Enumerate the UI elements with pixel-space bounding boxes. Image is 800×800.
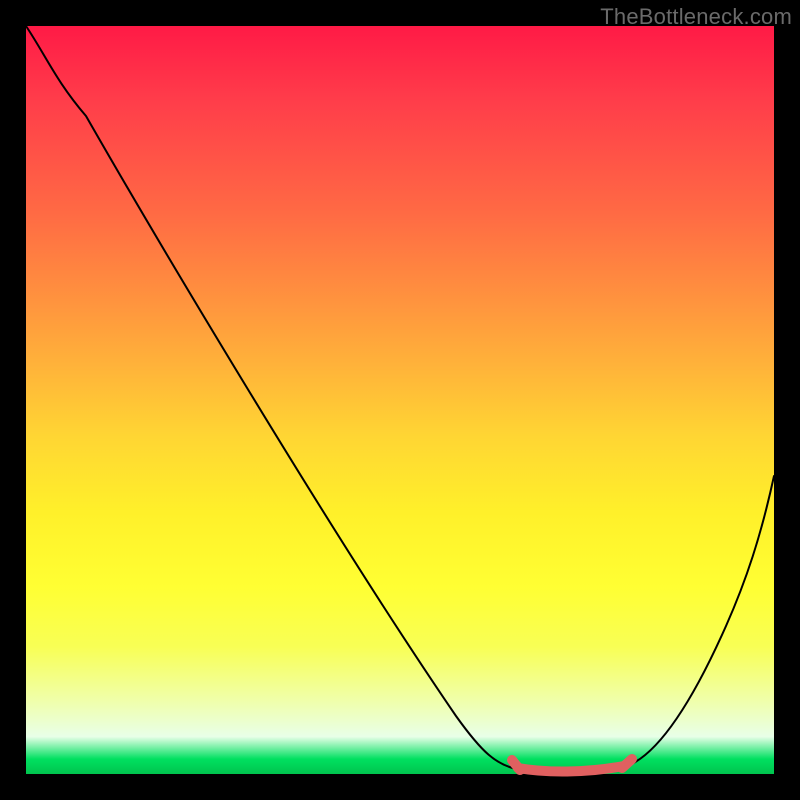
curve-svg [26, 26, 774, 774]
bottleneck-curve [26, 26, 774, 773]
optimal-range-highlight [518, 766, 624, 772]
optimal-range-left-cap [512, 760, 520, 770]
gradient-plot-area [26, 26, 774, 774]
optimal-range-right-cap [622, 759, 632, 768]
chart-stage: TheBottleneck.com [0, 0, 800, 800]
watermark-text: TheBottleneck.com [600, 4, 792, 30]
